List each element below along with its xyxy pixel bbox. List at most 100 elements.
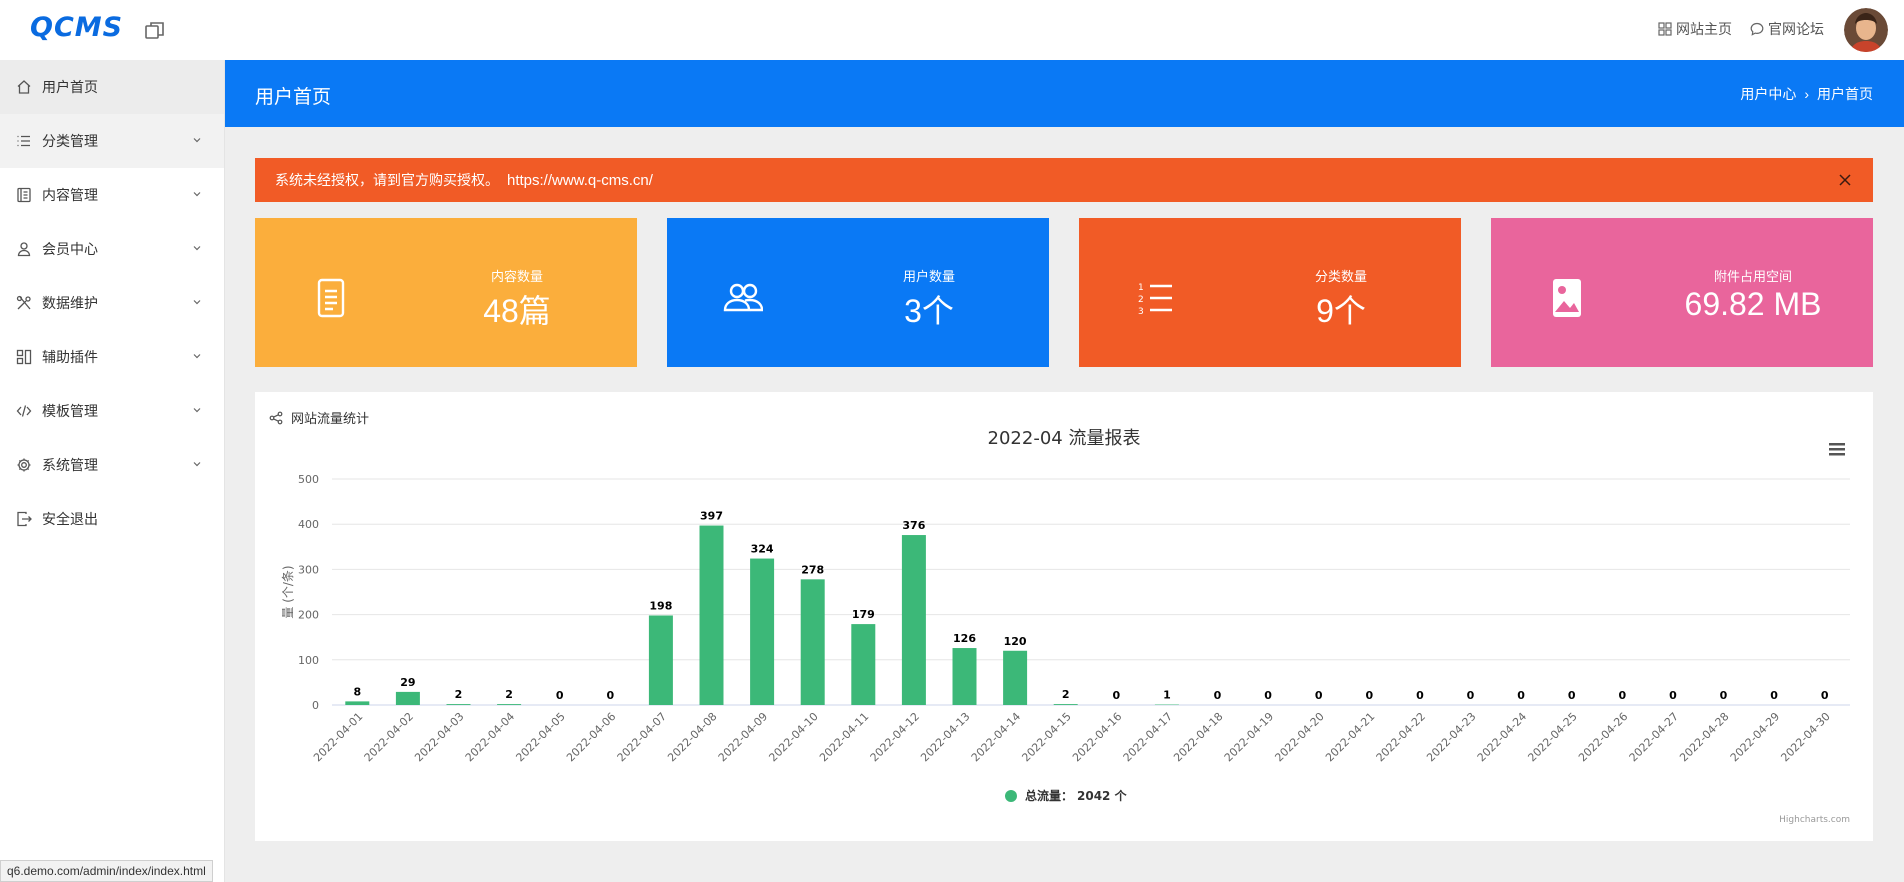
- stat-label: 分类数量: [1314, 269, 1367, 284]
- logo[interactable]: QCMS: [30, 12, 123, 43]
- breadcrumb-item[interactable]: 用户中心: [1740, 84, 1796, 104]
- data-label: 0: [1618, 689, 1626, 702]
- data-label: 126: [953, 632, 976, 645]
- breadcrumb-item: 用户首页: [1817, 86, 1873, 102]
- x-tick-label: 2022-04-24: [1475, 710, 1529, 764]
- numbered-list-icon: 1 2 3: [1135, 278, 1175, 318]
- image-icon: [1547, 278, 1587, 318]
- x-tick-label: 2022-04-17: [1121, 710, 1175, 764]
- x-tick-label: 2022-04-04: [463, 710, 517, 764]
- x-tick-label: 2022-04-27: [1627, 710, 1681, 764]
- sidebar-item-system[interactable]: 系统管理: [0, 438, 224, 492]
- stat-value: 69.82 MB: [1684, 286, 1822, 322]
- x-tick-label: 2022-04-07: [615, 710, 669, 764]
- legend-total: 2042 个: [1077, 788, 1128, 803]
- sidebar-item-content[interactable]: 内容管理: [0, 168, 224, 222]
- forum-link[interactable]: 官网论坛: [1750, 19, 1824, 39]
- x-tick-label: 2022-04-06: [564, 710, 618, 764]
- bar: [446, 704, 471, 705]
- list-icon: [16, 133, 32, 149]
- stat-label: 用户数量: [902, 269, 955, 284]
- sidebar-item-label: 安全退出: [42, 511, 98, 527]
- data-label: 0: [1264, 689, 1272, 702]
- svg-text:3: 3: [1138, 307, 1144, 317]
- sidebar-item-user-home[interactable]: 用户首页: [0, 60, 224, 114]
- stat-card-attachments: 附件占用空间 69.82 MB: [1491, 218, 1873, 367]
- data-label: 2: [505, 688, 513, 701]
- home-icon: [16, 79, 32, 95]
- data-label: 0: [1365, 689, 1373, 702]
- bar: [648, 615, 673, 705]
- chart-menu-icon[interactable]: [1829, 443, 1845, 456]
- x-tick-label: 2022-04-14: [969, 710, 1023, 764]
- x-tick-label: 2022-04-30: [1778, 710, 1832, 764]
- alert-message: 系统未经授权，请到官方购买授权。: [275, 172, 499, 188]
- data-label: 0: [556, 689, 564, 702]
- alert-link[interactable]: https://www.q-cms.cn/: [507, 172, 653, 189]
- chevron-down-icon: [193, 246, 201, 251]
- data-label: 376: [902, 519, 925, 532]
- forum-label: 官网论坛: [1768, 21, 1824, 37]
- chevron-down-icon: [193, 138, 201, 143]
- data-label: 0: [1720, 689, 1728, 702]
- chevron-down-icon: [193, 300, 201, 305]
- breadcrumb-separator-icon: ›: [1804, 86, 1809, 102]
- legend-marker: [1005, 790, 1017, 802]
- data-label: 0: [1669, 689, 1677, 702]
- stat-card-users: 用户数量 3个: [667, 218, 1049, 367]
- bar: [395, 691, 420, 705]
- sidebar-item-label: 分类管理: [42, 133, 98, 149]
- x-tick-label: 2022-04-25: [1525, 710, 1579, 764]
- stat-card-content: 内容数量 48篇: [255, 218, 637, 367]
- bar: [952, 648, 977, 705]
- sidebar-item-templates[interactable]: 模板管理: [0, 384, 224, 438]
- sidebar-item-data-maintenance[interactable]: 数据维护: [0, 276, 224, 330]
- data-label: 0: [1214, 689, 1222, 702]
- sidebar-item-label: 内容管理: [42, 187, 98, 203]
- chevron-down-icon: [193, 462, 201, 467]
- data-label: 120: [1004, 635, 1027, 648]
- y-tick-label: 500: [298, 473, 319, 486]
- x-tick-label: 2022-04-21: [1323, 710, 1377, 764]
- gear-icon: [16, 457, 32, 473]
- data-label: 2: [1062, 688, 1070, 701]
- bar: [800, 579, 825, 705]
- license-alert: 系统未经授权，请到官方购买授权。 https://www.q-cms.cn/: [255, 158, 1873, 202]
- page-title: 用户首页: [255, 87, 332, 108]
- sidebar-item-logout[interactable]: 安全退出: [0, 492, 224, 546]
- sidebar-toggle-icon[interactable]: [144, 20, 166, 42]
- avatar[interactable]: [1844, 8, 1888, 52]
- chevron-down-icon: [193, 192, 201, 197]
- chart-credits: Highcharts.com: [1779, 815, 1850, 825]
- y-axis-label: 量 (个/条): [281, 565, 295, 618]
- y-tick-label: 100: [298, 654, 319, 667]
- sidebar-item-label: 系统管理: [42, 457, 98, 473]
- y-tick-label: 400: [298, 518, 319, 531]
- stat-value: 3个: [904, 293, 954, 329]
- sidebar-item-category[interactable]: 分类管理: [0, 114, 224, 168]
- x-tick-label: 2022-04-26: [1576, 710, 1630, 764]
- close-icon[interactable]: [1837, 172, 1853, 188]
- website-home-link[interactable]: 网站主页: [1658, 19, 1732, 39]
- bar: [750, 558, 775, 705]
- page-header: 用户首页 用户中心 › 用户首页: [225, 60, 1904, 127]
- users-icon: [723, 278, 764, 318]
- x-tick-label: 2022-04-16: [1070, 710, 1124, 764]
- sidebar-item-plugins[interactable]: 辅助插件: [0, 330, 224, 384]
- x-tick-label: 2022-04-15: [1019, 710, 1073, 764]
- traffic-bar-chart: 2022-04 流量报表0100200300400500量 (个/条)82022…: [281, 428, 1850, 825]
- document-icon: [311, 278, 351, 318]
- chat-icon: [1750, 22, 1764, 36]
- data-label: 0: [1315, 689, 1323, 702]
- bar: [497, 704, 522, 705]
- x-tick-label: 2022-04-12: [868, 710, 922, 764]
- chart-title: 2022-04 流量报表: [988, 428, 1141, 449]
- bar: [345, 701, 370, 705]
- website-home-label: 网站主页: [1676, 21, 1732, 37]
- user-icon: [16, 241, 32, 257]
- data-label: 179: [852, 608, 875, 621]
- sidebar-item-members[interactable]: 会员中心: [0, 222, 224, 276]
- x-tick-label: 2022-04-22: [1374, 710, 1428, 764]
- chevron-down-icon: [193, 354, 201, 359]
- data-label: 0: [1467, 689, 1475, 702]
